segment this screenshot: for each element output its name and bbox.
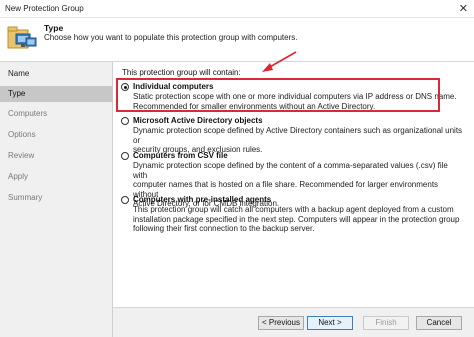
window-title: New Protection Group — [5, 4, 84, 13]
cancel-button[interactable]: Cancel — [416, 316, 462, 330]
radio-active-directory[interactable] — [121, 117, 129, 125]
step-name[interactable]: Name — [0, 66, 113, 82]
wizard-header: Type Choose how you want to populate thi… — [0, 18, 474, 62]
step-review: Review — [8, 151, 35, 160]
protection-group-computers-icon — [7, 26, 37, 49]
page-subtitle: Choose how you want to populate this pro… — [44, 33, 298, 42]
finish-button: Finish — [363, 316, 409, 330]
option-description: This protection group will catch all com… — [133, 205, 463, 234]
option-description-line: installation package specified in the ne… — [133, 214, 460, 224]
next-button[interactable]: Next > — [307, 316, 353, 330]
option-title: Computers with pre-installed agents — [133, 195, 272, 204]
radio-csv-file[interactable] — [121, 152, 129, 160]
step-computers: Computers — [8, 109, 48, 118]
step-type[interactable]: Type — [0, 86, 113, 102]
option-title: Computers from CSV file — [133, 151, 228, 160]
previous-button[interactable]: < Previous — [258, 316, 304, 330]
wizard-footer: < Previous Next > Finish Cancel — [113, 307, 474, 337]
option-active-directory[interactable]: Microsoft Active Directory objects Dynam… — [121, 116, 463, 154]
window-titlebar: New Protection Group ✕ — [0, 0, 474, 18]
option-csv-file[interactable]: Computers from CSV file Dynamic protecti… — [121, 151, 461, 208]
step-options: Options — [8, 130, 36, 139]
close-icon[interactable]: ✕ — [459, 2, 468, 15]
step-summary: Summary — [8, 193, 43, 202]
wizard-steps-sidebar: Name Type Computers Options Review Apply… — [0, 62, 113, 337]
annotation-highlight-box — [116, 78, 440, 112]
option-pre-installed-agents[interactable]: Computers with pre-installed agents This… — [121, 195, 461, 235]
radio-pre-installed-agents[interactable] — [121, 196, 129, 204]
intro-label: This protection group will contain: — [122, 68, 241, 77]
step-apply: Apply — [8, 172, 29, 181]
page-title: Type — [44, 23, 64, 33]
option-description-line: This protection group will catch all com… — [133, 205, 454, 214]
option-description-line: following their first connection to the … — [133, 224, 315, 234]
option-description-line: Dynamic protection scope defined by Acti… — [133, 126, 463, 145]
option-title: Microsoft Active Directory objects — [133, 116, 263, 125]
option-description-line: Dynamic protection scope defined by the … — [133, 161, 448, 180]
